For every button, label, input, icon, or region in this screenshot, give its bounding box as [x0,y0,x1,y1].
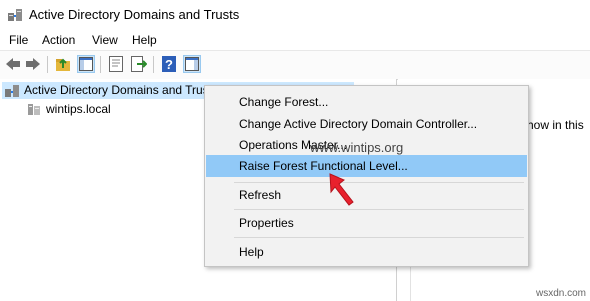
show-action-pane-icon[interactable] [183,55,201,73]
menu-help[interactable]: Help [130,32,159,48]
menu-item-refresh[interactable]: Refresh [206,184,527,206]
domain-icon [28,104,40,115]
menu-item-label: Change Forest... [239,95,329,109]
menu-item-label: Refresh [239,188,282,202]
tree-child-label: wintips.local [46,102,111,116]
help-icon[interactable]: ? [160,55,178,73]
export-icon[interactable] [130,55,148,73]
window-title: Active Directory Domains and Trusts [29,7,240,22]
toolbar-separator [47,56,48,73]
toolbar: ? [0,50,590,80]
menu-item-properties[interactable]: Properties [206,212,527,234]
menu-item-label: Help [239,245,264,259]
domains-trusts-app-icon [8,9,22,21]
corner-watermark: wsxdn.com [535,288,586,299]
show-hide-tree-icon[interactable] [77,55,95,73]
menu-action[interactable]: Action [40,32,77,48]
menu-item-change-forest[interactable]: Change Forest... [206,91,527,113]
menu-separator [234,209,524,210]
back-icon[interactable] [4,55,22,73]
menu-item-label: Change Active Directory Domain Controlle… [239,117,478,131]
menu-view[interactable]: View [90,32,120,48]
domains-trusts-icon [5,85,19,97]
menu-item-help[interactable]: Help [206,241,527,263]
menu-separator [234,182,524,183]
menu-item-change-domain-controller[interactable]: Change Active Directory Domain Controlle… [206,113,527,135]
title-bar: Active Directory Domains and Trusts [0,0,590,30]
menu-bar: File Action View Help [0,30,590,50]
up-folder-icon[interactable] [54,55,72,73]
menu-separator [234,237,524,238]
svg-text:?: ? [165,57,173,72]
menu-item-label: Properties [239,216,294,230]
menu-file[interactable]: File [7,32,30,48]
context-menu: Change Forest... Change Active Directory… [204,85,529,267]
toolbar-separator [100,56,101,73]
toolbar-separator [153,56,154,73]
pointer-arrow-icon [329,173,354,206]
properties-icon[interactable] [107,55,125,73]
watermark: www.wintips.org [310,140,404,155]
menu-item-raise-forest-functional-level[interactable]: Raise Forest Functional Level... [206,155,527,177]
forward-icon[interactable] [24,55,42,73]
